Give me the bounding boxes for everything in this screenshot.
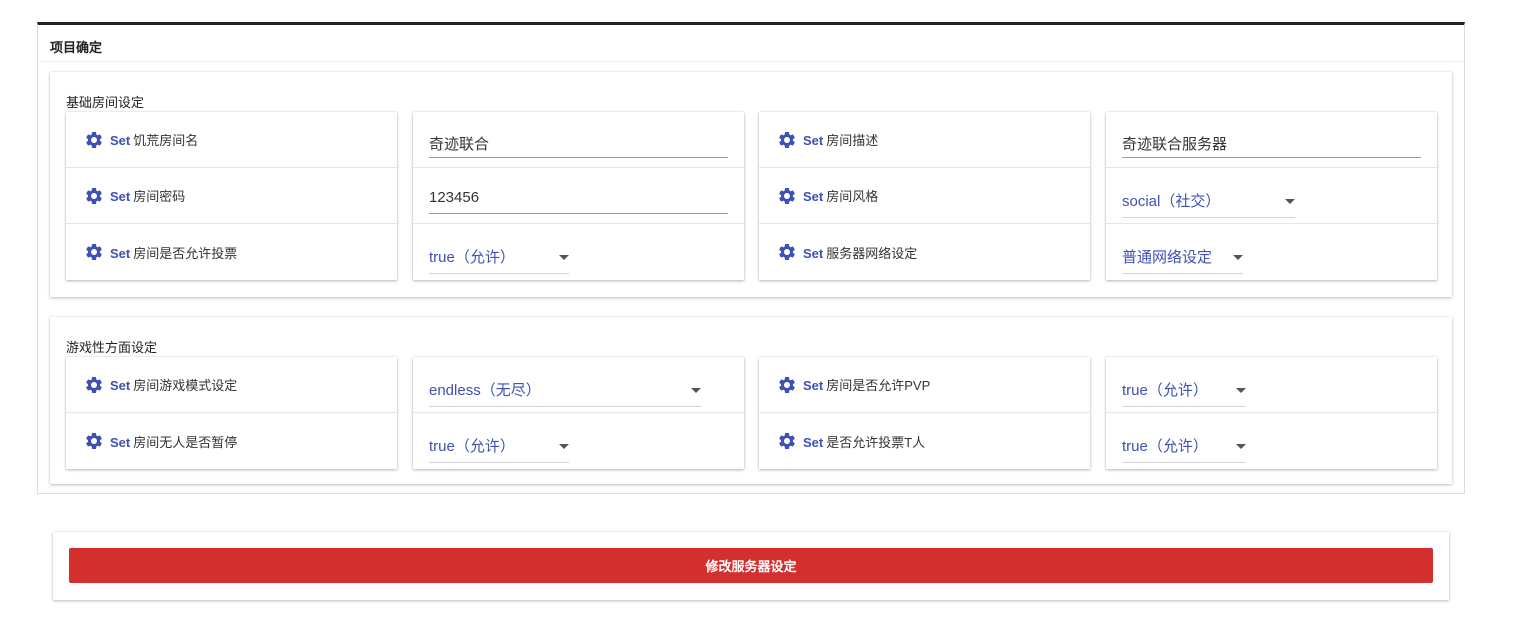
gameplay-settings-title: 游戏性方面设定: [66, 340, 158, 355]
setting-label: Set 服务器网络设定: [759, 224, 1090, 280]
network-setting-value: 普通网络设定: [1122, 249, 1213, 266]
room-name-input[interactable]: 奇迹联合: [429, 133, 728, 158]
room-description-input[interactable]: 奇迹联合服务器: [1122, 133, 1421, 158]
vote-kick-select[interactable]: true（允许）: [1122, 435, 1246, 463]
gear-icon: [777, 431, 797, 451]
gear-icon: [84, 431, 104, 451]
gear-icon: [777, 242, 797, 262]
project-confirm-panel: 项目确定 基础房间设定 Set 饥荒房间名 Set 房间密码 Set 房间是否允许投票…: [37, 22, 1465, 494]
caret-down-icon: [691, 388, 701, 393]
room-style-label: 房间风格: [826, 189, 879, 204]
pvp-allowed-label: 房间是否允许PVP: [826, 378, 931, 393]
setting-label: Set 房间风格: [759, 168, 1090, 224]
setting-label: Set 房间游戏模式设定: [66, 357, 397, 413]
vote-kick-label: 是否允许投票T人: [826, 434, 926, 450]
set-prefix: Set: [803, 434, 824, 450]
set-prefix: Set: [803, 189, 824, 204]
set-prefix: Set: [110, 434, 131, 450]
panel-divider: [38, 61, 1464, 62]
basic-right-labels: Set 房间描述 Set 房间风格 Set 服务器网络设定: [759, 112, 1090, 280]
vote-kick-value: true（允许）: [1122, 438, 1208, 455]
gear-icon: [84, 130, 104, 150]
game-left-values: endless（无尽） true（允许）: [413, 357, 744, 469]
set-prefix: Set: [803, 378, 824, 393]
pvp-allowed-select[interactable]: true（允许）: [1122, 379, 1246, 407]
room-name-label: 饥荒房间名: [133, 133, 199, 148]
basic-right-values: 奇迹联合服务器 social（社交） 普通网络设定: [1106, 112, 1437, 280]
setting-label: Set 房间密码: [66, 168, 397, 224]
setting-label: Set 是否允许投票T人: [759, 413, 1090, 469]
network-setting-select[interactable]: 普通网络设定: [1122, 246, 1243, 274]
setting-label: Set 房间描述: [759, 112, 1090, 168]
pause-when-empty-value: true（允许）: [429, 438, 515, 455]
basic-left-labels: Set 饥荒房间名 Set 房间密码 Set 房间是否允许投票: [66, 112, 397, 280]
setting-label: Set 房间是否允许投票: [66, 224, 397, 280]
caret-down-icon: [559, 444, 569, 449]
room-password-input[interactable]: 123456: [429, 189, 728, 214]
caret-down-icon: [1285, 199, 1295, 204]
game-right-labels: Set 房间是否允许PVP Set 是否允许投票T人: [759, 357, 1090, 469]
room-password-label: 房间密码: [133, 189, 186, 204]
gear-icon: [777, 130, 797, 150]
set-prefix: Set: [803, 245, 824, 261]
setting-label: Set 房间无人是否暂停: [66, 413, 397, 469]
caret-down-icon: [559, 255, 569, 260]
caret-down-icon: [1236, 444, 1246, 449]
room-style-select[interactable]: social（社交）: [1122, 190, 1295, 218]
setting-label: Set 房间是否允许PVP: [759, 357, 1090, 413]
gear-icon: [777, 186, 797, 206]
gameplay-settings: 游戏性方面设定 Set 房间游戏模式设定 Set 房间无人是否暂停 endless（…: [50, 317, 1452, 484]
vote-allowed-value: true（允许）: [429, 249, 515, 266]
vote-allowed-label: 房间是否允许投票: [133, 245, 238, 261]
set-prefix: Set: [803, 133, 824, 148]
pause-when-empty-select[interactable]: true（允许）: [429, 435, 569, 463]
caret-down-icon: [1233, 255, 1243, 260]
game-mode-value: endless（无尽）: [429, 382, 541, 399]
network-setting-label: 服务器网络设定: [826, 245, 918, 261]
setting-label: Set 饥荒房间名: [66, 112, 397, 168]
gear-icon: [84, 186, 104, 206]
game-mode-select[interactable]: endless（无尽）: [429, 379, 701, 407]
set-prefix: Set: [110, 378, 131, 393]
room-description-label: 房间描述: [826, 133, 879, 148]
set-prefix: Set: [110, 189, 131, 204]
vote-allowed-select[interactable]: true（允许）: [429, 246, 569, 274]
submit-card: 修改服务器设定: [53, 532, 1449, 600]
set-prefix: Set: [110, 133, 131, 148]
gear-icon: [84, 242, 104, 262]
basic-left-values: 奇迹联合 123456 true（允许）: [413, 112, 744, 280]
game-mode-label: 房间游戏模式设定: [133, 378, 238, 393]
panel-title: 项目确定: [50, 40, 103, 55]
basic-room-settings-title: 基础房间设定: [66, 95, 145, 110]
pause-when-empty-label: 房间无人是否暂停: [133, 434, 238, 450]
caret-down-icon: [1236, 388, 1246, 393]
room-style-value: social（社交）: [1122, 193, 1221, 210]
pvp-allowed-value: true（允许）: [1122, 382, 1208, 399]
set-prefix: Set: [110, 245, 131, 261]
modify-server-settings-button[interactable]: 修改服务器设定: [69, 548, 1433, 583]
game-right-values: true（允许） true（允许）: [1106, 357, 1437, 469]
basic-room-settings: 基础房间设定 Set 饥荒房间名 Set 房间密码 Set 房间是否允许投票 奇迹联合…: [50, 72, 1452, 297]
gear-icon: [84, 375, 104, 395]
gear-icon: [777, 375, 797, 395]
game-left-labels: Set 房间游戏模式设定 Set 房间无人是否暂停: [66, 357, 397, 469]
